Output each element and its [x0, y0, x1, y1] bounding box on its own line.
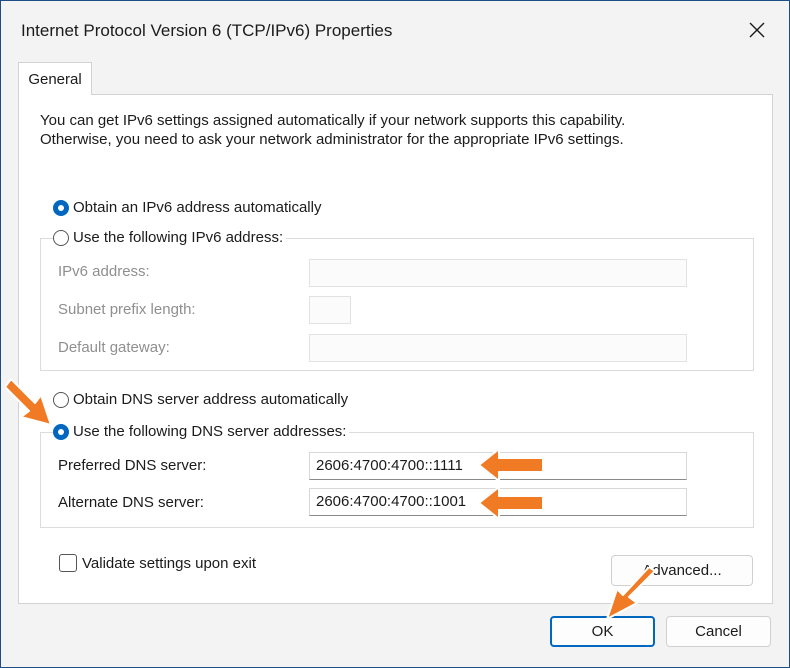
title-bar: Internet Protocol Version 6 (TCP/IPv6) P…: [1, 1, 789, 59]
dialog-window: Internet Protocol Version 6 (TCP/IPv6) P…: [1, 1, 789, 667]
annotation-arrow-icon: [5, 378, 52, 426]
ipv6-address-label: IPv6 address:: [58, 263, 150, 280]
description-line-2: Otherwise, you need to ask your network …: [40, 131, 624, 148]
validate-settings-label: Validate settings upon exit: [82, 554, 257, 572]
tab-general[interactable]: General: [18, 62, 92, 95]
preferred-dns-label: Preferred DNS server:: [58, 457, 207, 474]
ipv6-address-field[interactable]: [309, 259, 687, 287]
close-icon: [749, 22, 765, 38]
validate-settings-checkbox[interactable]: Validate settings upon exit: [59, 554, 256, 572]
subnet-prefix-label: Subnet prefix length:: [58, 301, 196, 318]
radio-obtain-dns-auto-label: Obtain DNS server address automatically: [73, 391, 349, 408]
ok-button-label: OK: [591, 623, 614, 640]
radio-selected-icon: [53, 199, 69, 216]
close-button[interactable]: [727, 1, 787, 59]
radio-use-dns-addresses[interactable]: Use the following DNS server addresses:: [53, 423, 350, 440]
radio-use-ipv6-address-label: Use the following IPv6 address:: [73, 229, 284, 246]
cancel-button[interactable]: Cancel: [666, 616, 771, 647]
window-title: Internet Protocol Version 6 (TCP/IPv6) P…: [21, 21, 393, 40]
radio-use-dns-addresses-label: Use the following DNS server addresses:: [73, 423, 347, 440]
tab-general-label: General: [28, 70, 82, 88]
default-gateway-field[interactable]: [309, 334, 687, 362]
alternate-dns-label: Alternate DNS server:: [58, 494, 204, 511]
radio-obtain-ipv6-auto[interactable]: Obtain an IPv6 address automatically: [53, 199, 321, 216]
radio-use-ipv6-address[interactable]: Use the following IPv6 address:: [53, 229, 287, 246]
radio-obtain-dns-auto[interactable]: Obtain DNS server address automatically: [53, 391, 348, 408]
description-line-1: You can get IPv6 settings assigned autom…: [40, 112, 626, 129]
annotation-arrow-icon: [606, 567, 656, 620]
subnet-prefix-field[interactable]: [309, 296, 351, 324]
description-text: You can get IPv6 settings assigned autom…: [40, 111, 760, 149]
radio-unselected-icon: [53, 229, 69, 246]
general-panel: You can get IPv6 settings assigned autom…: [18, 94, 773, 604]
cancel-button-label: Cancel: [695, 623, 742, 640]
annotation-arrow-icon: [478, 448, 544, 482]
radio-obtain-ipv6-auto-label: Obtain an IPv6 address automatically: [73, 199, 322, 216]
default-gateway-label: Default gateway:: [58, 339, 170, 356]
checkbox-icon: [59, 554, 77, 572]
annotation-arrow-icon: [478, 486, 544, 520]
